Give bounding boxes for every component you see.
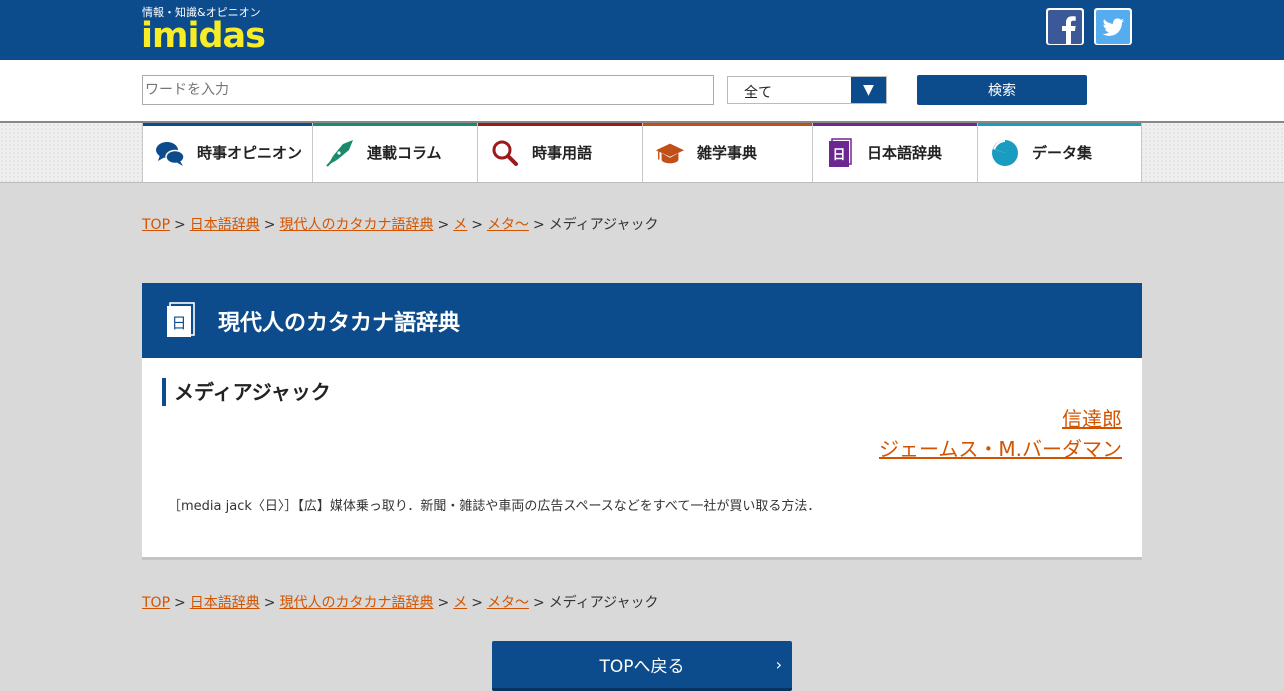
dictionary-header: 日 現代人のカタカナ語辞典 (142, 283, 1142, 358)
entry-panel: メディアジャック 信達郎 ジェームス・M.バーダマン ［media jack〈日… (142, 358, 1142, 560)
author-link[interactable]: ジェームス・M.バーダマン (879, 434, 1122, 464)
breadcrumb-link-me[interactable]: メ (453, 595, 467, 611)
breadcrumb-link-katakana-dictionary[interactable]: 現代人のカタカナ語辞典 (279, 217, 433, 233)
breadcrumb-link-top[interactable]: TOP (142, 217, 170, 233)
breadcrumb-link-me[interactable]: メ (453, 217, 467, 233)
nav-item-column[interactable]: 連載コラム (313, 123, 478, 182)
nav-item-data[interactable]: データ集 (978, 123, 1142, 182)
back-to-top-label: TOPへ戻る (599, 657, 685, 677)
author-link[interactable]: 信達郎 (879, 404, 1122, 434)
category-nav: 時事オピニオン 連載コラム 時事用語 雑学事典 日 日本語辞典 データ集 (0, 121, 1284, 183)
breadcrumb-link-meta[interactable]: メタ～ (487, 217, 529, 233)
chat-bubbles-icon (155, 138, 185, 168)
nav-item-label: 連載コラム (367, 144, 442, 162)
dictionary-title: 現代人のカタカナ語辞典 (218, 311, 461, 336)
entry-title: メディアジャック (162, 378, 331, 406)
entry-authors: 信達郎 ジェームス・M.バーダマン (879, 404, 1122, 464)
chevron-down-icon[interactable]: ▼ (851, 77, 886, 103)
twitter-icon[interactable] (1094, 8, 1132, 45)
breadcrumb-link-japanese-dictionary[interactable]: 日本語辞典 (190, 217, 260, 233)
fountain-pen-icon (325, 138, 355, 168)
back-to-top-button[interactable]: TOPへ戻る › (492, 641, 792, 691)
breadcrumb: TOP > 日本語辞典 > 現代人のカタカナ語辞典 > メ > メタ～ > メディアジャック (142, 217, 659, 233)
nav-item-japanese-dictionary[interactable]: 日 日本語辞典 (813, 123, 978, 182)
entry-definition: ［media jack〈日〉］【広】媒体乗っ取り．新聞・雑誌や車両の広告スペース… (168, 499, 821, 514)
site-header: 情報・知識&オピニオン imidas (0, 0, 1284, 60)
nav-item-trivia[interactable]: 雑学事典 (643, 123, 813, 182)
pie-chart-icon (990, 138, 1020, 168)
breadcrumb-link-meta[interactable]: メタ～ (487, 595, 529, 611)
svg-text:日: 日 (171, 314, 186, 332)
nav-item-label: 雑学事典 (697, 144, 758, 162)
nav-item-terms[interactable]: 時事用語 (478, 123, 643, 182)
nav-item-opinion[interactable]: 時事オピニオン (142, 123, 313, 182)
search-scope-value: 全て (744, 85, 772, 101)
search-button[interactable]: 検索 (917, 75, 1087, 105)
breadcrumb-link-japanese-dictionary[interactable]: 日本語辞典 (190, 595, 260, 611)
search-bar: 全て ▼ 検索 (0, 60, 1284, 121)
svg-text:日: 日 (832, 148, 845, 163)
facebook-icon[interactable] (1046, 8, 1084, 45)
breadcrumb-bottom: TOP > 日本語辞典 > 現代人のカタカナ語辞典 > メ > メタ～ > メディアジャック (142, 595, 659, 611)
search-input[interactable] (142, 75, 714, 105)
breadcrumb-current: メディアジャック (548, 595, 659, 611)
graduation-cap-icon (655, 138, 685, 168)
nav-item-label: 時事オピニオン (197, 144, 303, 162)
dictionary-icon: 日 (825, 137, 855, 168)
breadcrumb-link-katakana-dictionary[interactable]: 現代人のカタカナ語辞典 (279, 595, 433, 611)
nav-item-label: 日本語辞典 (867, 144, 943, 162)
nav-item-label: データ集 (1032, 144, 1093, 162)
nav-item-label: 時事用語 (532, 144, 593, 162)
search-scope-select[interactable]: 全て ▼ (727, 76, 887, 104)
breadcrumb-link-top[interactable]: TOP (142, 595, 170, 611)
chevron-right-icon: › (775, 655, 782, 674)
breadcrumb-current: メディアジャック (548, 217, 659, 233)
site-logo[interactable]: imidas (141, 16, 266, 56)
magnifier-icon (490, 138, 520, 168)
book-icon: 日 (166, 302, 196, 342)
